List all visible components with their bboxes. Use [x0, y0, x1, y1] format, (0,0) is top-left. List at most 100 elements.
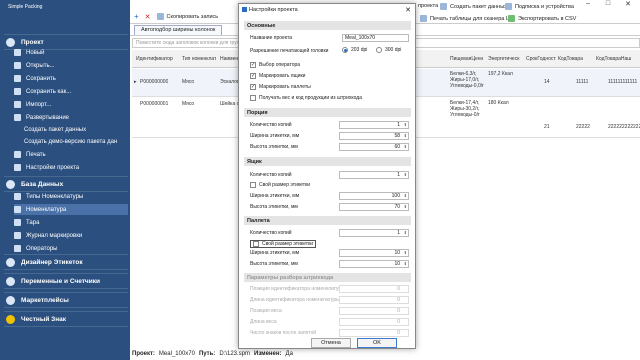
- open-folder-icon: [14, 62, 21, 69]
- barcode-id-length-input: 0: [339, 296, 409, 304]
- status-bar: Проект: Meal_100x70 Путь: D:\123.spm Изм…: [132, 351, 293, 357]
- sidebar-item-types[interactable]: Типы Номенклатуры: [14, 191, 128, 202]
- save-icon: [14, 75, 21, 82]
- checkbox-box-own-size[interactable]: Свой размер этикетки: [250, 182, 310, 188]
- sidebar-item-marking-log[interactable]: Журнал маркировки: [14, 230, 128, 241]
- cancel-button[interactable]: Отмена: [311, 338, 351, 348]
- column-header[interactable]: КодТовараНаш: [596, 56, 631, 62]
- checkbox-mark-boxes[interactable]: ✓ Маркировать ящики: [250, 73, 305, 79]
- sidebar-item-print[interactable]: Печать: [14, 149, 128, 160]
- portion-width-input[interactable]: 58 ⬍: [339, 132, 409, 140]
- section-portion: Порция: [244, 108, 411, 117]
- sidebar-item-create-package[interactable]: Создать пакет данных: [24, 124, 138, 135]
- sidebar-section-designer[interactable]: Дизайнер Этикеток: [4, 254, 128, 270]
- subscription-button[interactable]: Подписка и устройства: [505, 3, 574, 10]
- export-csv-button[interactable]: Экспортировать в CSV: [508, 15, 576, 22]
- honest-sign-icon: [6, 314, 15, 324]
- copy-icon: [156, 13, 164, 20]
- barcode-weight-length-input: 0: [339, 318, 409, 326]
- pallet-copies-input[interactable]: 1 ⬍: [339, 229, 409, 237]
- section-pallet: Паллета: [244, 216, 411, 225]
- table-icon: [14, 206, 21, 213]
- section-basic: Основные: [244, 21, 411, 30]
- column-header[interactable]: Идентификатор: [136, 56, 173, 62]
- pallet-height-input[interactable]: 10 ⬍: [339, 260, 409, 268]
- list-icon: [14, 193, 21, 200]
- copy-record-button[interactable]: Скопировать запись: [156, 13, 218, 20]
- device-icon: [505, 3, 512, 10]
- sidebar-item-deploy[interactable]: Развертывание: [14, 112, 128, 123]
- box-icon: [14, 219, 21, 226]
- resolution-label: Разрешение печатающей головки: [250, 48, 329, 54]
- close-icon[interactable]: ✕: [618, 0, 638, 10]
- row-pointer-icon: ▸: [134, 79, 137, 85]
- delete-icon[interactable]: ✕: [145, 13, 151, 21]
- sidebar-item-open[interactable]: Открыть...: [14, 60, 128, 71]
- barcode-weight-position-input: 0: [339, 307, 409, 315]
- sidebar-item-save-as[interactable]: Сохранить как...: [14, 86, 128, 97]
- app-title: Simple Packing: [8, 4, 43, 10]
- radio-300dpi[interactable]: 300 dpi: [376, 47, 401, 53]
- sidebar-section-variables[interactable]: Переменные и Счетчики: [4, 273, 128, 289]
- checkbox-weight-from-barcode[interactable]: Получать вес и код продукции из штрихкод…: [250, 95, 362, 101]
- sidebar-item-container[interactable]: Тара: [14, 217, 128, 228]
- column-header[interactable]: СрокГодности: [526, 56, 556, 62]
- section-box: Ящик: [244, 157, 411, 166]
- project-settings-dialog: Настройки проекта ✕ Основные Название пр…: [238, 3, 416, 349]
- sidebar-section-database[interactable]: База Данных: [4, 176, 128, 192]
- sidebar-item-save[interactable]: Сохранить: [14, 73, 128, 84]
- sidebar-item-nomenclature[interactable]: Номенклатура: [14, 204, 128, 215]
- box-copies-input[interactable]: 1 ⬍: [339, 171, 409, 179]
- checkbox-pallet-own-size[interactable]: Свой размер этикетки: [250, 240, 317, 248]
- deploy-icon: [14, 114, 21, 121]
- portion-copies-input[interactable]: 1 ⬍: [339, 121, 409, 129]
- printer-icon: [14, 151, 21, 158]
- create-package-button[interactable]: Создать пакет данных: [440, 3, 507, 10]
- export-icon: [508, 15, 515, 22]
- radio-203dpi[interactable]: 203 dpi: [342, 47, 367, 53]
- project-name-input[interactable]: Meal_100x70: [342, 34, 409, 42]
- barcode-decimals-input: 0: [339, 329, 409, 337]
- sidebar-item-new[interactable]: Новый: [14, 47, 128, 58]
- maximize-icon[interactable]: □: [598, 0, 618, 10]
- project-name-label: Название проекта: [250, 35, 293, 41]
- barcode-id-position-input: 0: [339, 285, 409, 293]
- project-icon: [6, 37, 15, 47]
- settings-icon: [242, 7, 247, 12]
- package-icon: [440, 3, 447, 10]
- close-icon[interactable]: ✕: [405, 6, 411, 14]
- sidebar-section-marketplaces[interactable]: Маркетплейсы: [4, 292, 128, 308]
- project-tab-button[interactable]: проекта: [418, 3, 438, 9]
- column-header[interactable]: ПищеваяЦенн: [450, 56, 486, 62]
- sidebar-item-project-settings[interactable]: Настройки проекта: [14, 162, 128, 173]
- dialog-title: Настройки проекта: [249, 7, 298, 13]
- journal-icon: [14, 232, 21, 239]
- database-icon: [6, 179, 15, 189]
- variables-icon: [6, 276, 15, 286]
- box-width-input[interactable]: 100 ⬍: [339, 192, 409, 200]
- add-icon[interactable]: +: [134, 12, 139, 21]
- sidebar: Simple Packing Проект Новый Открыть... С…: [0, 0, 130, 360]
- box-height-input[interactable]: 70 ⬍: [339, 203, 409, 211]
- sidebar-item-create-demo[interactable]: Создать демо-версию пакета дан: [24, 136, 138, 147]
- minimize-icon[interactable]: –: [578, 0, 598, 10]
- import-icon: [14, 101, 21, 108]
- sidebar-item-import[interactable]: Импорт...: [14, 99, 128, 110]
- checkbox-mark-pallets[interactable]: ✓ Маркировать паллеты: [250, 84, 311, 90]
- pallet-width-input[interactable]: 10 ⬍: [339, 249, 409, 257]
- column-header[interactable]: Энергетическ: [488, 56, 524, 62]
- sidebar-section-honest-sign[interactable]: Честный Знак: [4, 311, 128, 327]
- new-file-icon: [14, 49, 21, 56]
- column-header[interactable]: Тип номенклат: [182, 56, 216, 62]
- ok-button[interactable]: OK: [357, 338, 397, 348]
- print-table-button[interactable]: Печать таблицы для сканера ШК: [420, 15, 514, 22]
- marketplace-icon: [6, 295, 15, 305]
- column-header[interactable]: КодТовара: [558, 56, 583, 62]
- print-icon: [420, 15, 427, 22]
- tab-autofit-columns[interactable]: Автоподбор ширины колонок: [134, 24, 223, 35]
- checkbox-operator[interactable]: ✓ Выбор оператора: [250, 62, 300, 68]
- sidebar-item-operators[interactable]: Операторы: [14, 243, 128, 254]
- save-as-icon: [14, 88, 21, 95]
- section-barcode: Параметры разбора штрихкода: [244, 273, 411, 282]
- portion-height-input[interactable]: 60 ⬍: [339, 143, 409, 151]
